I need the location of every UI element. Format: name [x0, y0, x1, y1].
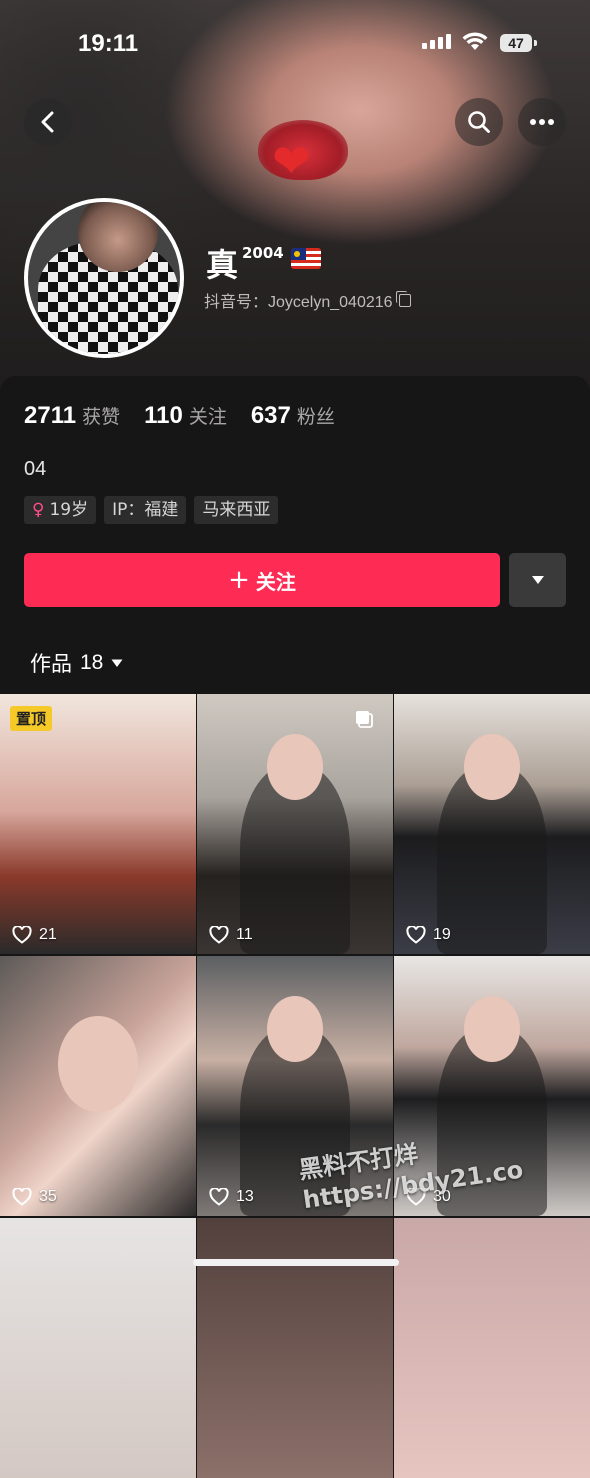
video-thumbnail[interactable]: 19	[394, 694, 590, 954]
search-button[interactable]	[455, 98, 503, 146]
profile-name: 真	[206, 246, 239, 284]
pinned-badge: 置顶	[10, 706, 53, 731]
like-count-value: 35	[39, 1188, 57, 1205]
like-count-value: 19	[433, 926, 451, 943]
stat-likes-label: 获赞	[82, 406, 121, 428]
like-count: 35	[12, 1188, 57, 1206]
stat-likes[interactable]: 2711 获赞	[24, 402, 120, 430]
tab-works-label: 作品	[30, 652, 72, 676]
stat-following-label: 关注	[188, 406, 227, 428]
video-thumbnail[interactable]	[0, 1218, 196, 1478]
follow-button-label: 关注	[255, 569, 296, 594]
like-count-value: 13	[236, 1188, 254, 1205]
more-dots-icon	[530, 119, 554, 125]
status-bar: 19:11 47	[0, 0, 590, 88]
thumbnail-face	[58, 1016, 138, 1112]
stat-likes-value: 2711	[24, 402, 77, 429]
profile-tags: ♀ 19岁 IP：福建 马来西亚	[24, 496, 279, 524]
female-icon: ♀	[32, 500, 45, 520]
age-tag-text: 19岁	[49, 500, 89, 520]
stat-followers[interactable]: 637 粉丝	[251, 402, 335, 430]
like-count: 21	[12, 926, 57, 944]
heart-sticker-icon: ❤	[272, 134, 311, 188]
caret-down-icon	[531, 576, 544, 584]
video-thumbnail[interactable]	[197, 1218, 393, 1478]
tab-works[interactable]: 作品 18	[30, 648, 123, 678]
video-thumbnail[interactable]: 35	[0, 956, 196, 1216]
like-count: 19	[406, 926, 451, 944]
location-tag: 马来西亚	[194, 496, 279, 524]
location-tag-text: 马来西亚	[202, 500, 271, 520]
recommend-dropdown-button[interactable]	[509, 553, 566, 607]
wifi-icon	[462, 32, 488, 50]
like-count-value: 21	[39, 926, 57, 943]
heart-outline-icon	[209, 926, 229, 944]
video-thumbnail[interactable]	[394, 1218, 590, 1478]
stat-following-value: 110	[144, 402, 183, 429]
copy-icon[interactable]	[395, 290, 411, 307]
profile-bio: 04	[24, 458, 47, 480]
like-count: 13	[209, 1188, 254, 1206]
chevron-left-icon	[41, 111, 54, 133]
multi-image-icon	[356, 711, 373, 728]
profile-name-superscript: 2004	[242, 244, 284, 262]
ip-tag: IP：福建	[104, 496, 187, 524]
cellular-signal-icon	[422, 34, 451, 49]
more-options-button[interactable]	[518, 98, 566, 146]
back-button[interactable]	[24, 98, 72, 146]
douyin-id-text: 抖音号：Joycelyn_040216	[204, 294, 393, 311]
heart-outline-icon	[12, 1188, 32, 1206]
video-thumbnail[interactable]: 置顶 21	[0, 694, 196, 954]
video-thumbnail[interactable]: 11	[197, 694, 393, 954]
heart-outline-icon	[406, 926, 426, 944]
video-grid: 置顶 21 11 19 35 13 30	[0, 694, 590, 1478]
thumbnail-face	[464, 996, 520, 1062]
heart-outline-icon	[12, 926, 32, 944]
thumbnail-face	[464, 734, 520, 800]
like-count: 11	[209, 926, 253, 944]
douyin-id[interactable]: 抖音号：Joycelyn_040216	[204, 288, 411, 312]
search-icon	[468, 111, 490, 133]
thumbnail-face	[267, 734, 323, 800]
stat-followers-label: 粉丝	[296, 406, 335, 428]
like-count-value: 11	[236, 926, 253, 943]
ip-tag-text: IP：福建	[112, 500, 179, 520]
malaysia-flag-icon	[291, 248, 321, 269]
plus-icon: +	[228, 565, 250, 595]
status-time: 19:11	[78, 30, 139, 57]
home-indicator[interactable]	[193, 1259, 399, 1266]
profile-stats: 2711 获赞 110 关注 637 粉丝	[24, 402, 335, 430]
caret-down-icon	[111, 659, 123, 667]
stat-followers-value: 637	[250, 402, 291, 429]
stat-following[interactable]: 110 关注	[144, 402, 227, 430]
battery-indicator: 47	[500, 34, 537, 52]
age-tag: ♀ 19岁	[24, 496, 97, 524]
avatar[interactable]	[24, 198, 184, 358]
thumbnail-face	[267, 996, 323, 1062]
heart-outline-icon	[209, 1188, 229, 1206]
tab-works-count: 18	[80, 651, 104, 674]
follow-button[interactable]: + 关注	[24, 553, 500, 607]
